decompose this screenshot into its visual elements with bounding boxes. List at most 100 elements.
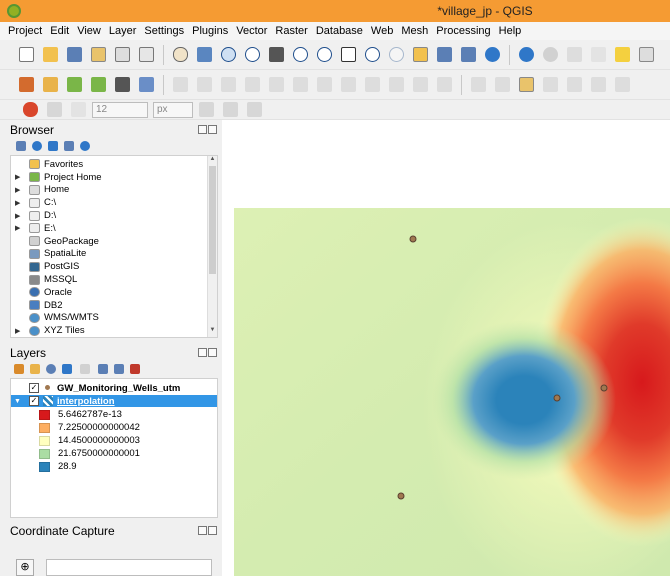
zoom-to-selection-icon[interactable] xyxy=(290,44,311,65)
open-project-icon[interactable] xyxy=(40,44,61,65)
menu-view[interactable]: View xyxy=(73,25,105,37)
browser-item[interactable]: DB2 xyxy=(11,299,207,312)
expand-all-icon[interactable] xyxy=(96,362,110,376)
pan-to-selection-icon[interactable] xyxy=(194,44,215,65)
float-panel-icon[interactable] xyxy=(198,348,207,357)
close-panel-icon[interactable] xyxy=(208,526,217,535)
menu-layer[interactable]: Layer xyxy=(105,25,141,37)
layer-row-wells[interactable]: ✓ GW_Monitoring_Wells_utm xyxy=(11,382,217,394)
map-canvas[interactable] xyxy=(222,120,670,576)
close-panel-icon[interactable] xyxy=(208,125,217,134)
tracing-icon[interactable] xyxy=(244,99,265,120)
zoom-to-layer-icon[interactable] xyxy=(314,44,335,65)
current-edits-icon[interactable] xyxy=(170,74,191,95)
expand-arrow-icon[interactable]: ▶ xyxy=(15,173,20,181)
browser-item[interactable]: WCS xyxy=(11,337,207,338)
digitize-icon[interactable] xyxy=(242,74,263,95)
menu-raster[interactable]: Raster xyxy=(271,25,311,37)
filter-by-expression-icon[interactable] xyxy=(76,362,94,376)
well-point[interactable] xyxy=(553,394,561,402)
collapse-arrow-icon[interactable]: ▼ xyxy=(14,398,21,405)
legend-item[interactable]: 7.22500000000042 xyxy=(39,421,140,434)
zoom-next-icon[interactable] xyxy=(386,44,407,65)
remove-layer-icon[interactable] xyxy=(128,362,142,376)
refresh-icon[interactable] xyxy=(482,44,503,65)
menu-help[interactable]: Help xyxy=(495,25,526,37)
well-point[interactable] xyxy=(409,235,417,243)
expand-arrow-icon[interactable]: ▶ xyxy=(15,327,20,335)
browser-item[interactable]: ▶ Project Home xyxy=(11,171,207,184)
browser-item[interactable]: PostGIS xyxy=(11,260,207,273)
zoom-native-icon[interactable] xyxy=(338,44,359,65)
pan-icon[interactable] xyxy=(170,44,191,65)
save-project-icon[interactable] xyxy=(64,44,85,65)
layer-styling-icon[interactable] xyxy=(12,362,26,376)
zoom-full-icon[interactable] xyxy=(266,44,287,65)
layer-row-interpolation[interactable]: ▼ ✓ interpolation xyxy=(11,395,217,407)
browser-item[interactable]: ▶ E:\ xyxy=(11,222,207,235)
properties-info-icon[interactable] xyxy=(78,139,92,153)
add-wms-layer-icon[interactable] xyxy=(88,74,109,95)
layers-tree[interactable]: ✓ GW_Monitoring_Wells_utm ▼ ✓ interpolat… xyxy=(10,378,218,518)
browser-item[interactable]: SpatiaLite xyxy=(11,248,207,261)
browser-item[interactable]: ▶ Home xyxy=(11,184,207,197)
expand-arrow-icon[interactable]: ▶ xyxy=(15,186,20,194)
browser-scrollbar[interactable]: ▲ ▼ xyxy=(207,156,217,337)
menu-edit[interactable]: Edit xyxy=(46,25,73,37)
menu-mesh[interactable]: Mesh xyxy=(397,25,432,37)
scroll-up-icon[interactable]: ▲ xyxy=(208,156,217,166)
menu-settings[interactable]: Settings xyxy=(140,25,188,37)
action-gear-icon[interactable] xyxy=(540,44,561,65)
browser-item[interactable]: Favorites xyxy=(11,158,207,171)
deselect-features-icon[interactable] xyxy=(612,44,633,65)
coordinate-input[interactable] xyxy=(46,559,212,576)
new-bookmark-icon[interactable] xyxy=(434,44,455,65)
close-panel-icon[interactable] xyxy=(208,348,217,357)
scrollbar-thumb[interactable] xyxy=(209,166,216,274)
legend-item[interactable]: 14.4500000000003 xyxy=(39,434,140,447)
well-point[interactable] xyxy=(397,492,405,500)
menu-vector[interactable]: Vector xyxy=(232,25,271,37)
data-source-manager-icon[interactable] xyxy=(16,74,37,95)
save-edits-icon[interactable] xyxy=(218,74,239,95)
open-attribute-table-icon[interactable] xyxy=(564,44,585,65)
toggle-editing-icon[interactable] xyxy=(194,74,215,95)
expand-arrow-icon[interactable]: ▶ xyxy=(15,199,20,207)
browser-item[interactable]: ▶ D:\ xyxy=(11,209,207,222)
add-delimited-text-icon[interactable] xyxy=(64,74,85,95)
layout-manager-icon[interactable] xyxy=(112,44,133,65)
legend-item[interactable]: 5.6462787e-13 xyxy=(39,408,122,421)
topological-editing-icon[interactable] xyxy=(196,99,217,120)
float-panel-icon[interactable] xyxy=(198,125,207,134)
filter-icon[interactable] xyxy=(46,139,60,153)
snap-vertex-icon[interactable] xyxy=(44,99,65,120)
add-group-icon[interactable] xyxy=(28,362,42,376)
copy-features-icon[interactable] xyxy=(362,74,383,95)
redo-icon[interactable] xyxy=(434,74,455,95)
menu-processing[interactable]: Processing xyxy=(432,25,494,37)
well-point[interactable] xyxy=(600,384,608,392)
legend-item[interactable]: 21.6750000000001 xyxy=(39,447,140,460)
layer-labeling-icon[interactable] xyxy=(516,74,537,95)
capture-crs-button[interactable]: ⊕ xyxy=(16,559,34,576)
manage-map-themes-icon[interactable] xyxy=(44,362,58,376)
add-vector-layer-icon[interactable] xyxy=(40,74,61,95)
style-manager-icon[interactable] xyxy=(136,44,157,65)
delete-selected-icon[interactable] xyxy=(314,74,335,95)
snap-tolerance-input[interactable]: 12 xyxy=(92,101,148,118)
browser-item[interactable]: ▶ XYZ Tiles xyxy=(11,324,207,337)
paste-features-icon[interactable] xyxy=(386,74,407,95)
modify-attributes-icon[interactable] xyxy=(290,74,311,95)
refresh-browser-icon[interactable] xyxy=(30,139,44,153)
collapse-all-icon[interactable] xyxy=(112,362,126,376)
browser-item[interactable]: GeoPackage xyxy=(11,235,207,248)
move-label-icon[interactable] xyxy=(564,74,585,95)
highlight-labels-icon[interactable] xyxy=(540,74,561,95)
pin-labels-icon[interactable] xyxy=(492,74,513,95)
new-map-view-icon[interactable] xyxy=(410,44,431,65)
add-layer-icon[interactable] xyxy=(14,139,28,153)
menu-web[interactable]: Web xyxy=(367,25,397,37)
show-bookmarks-icon[interactable] xyxy=(458,44,479,65)
snap-options-icon[interactable] xyxy=(68,99,89,120)
undo-icon[interactable] xyxy=(410,74,431,95)
